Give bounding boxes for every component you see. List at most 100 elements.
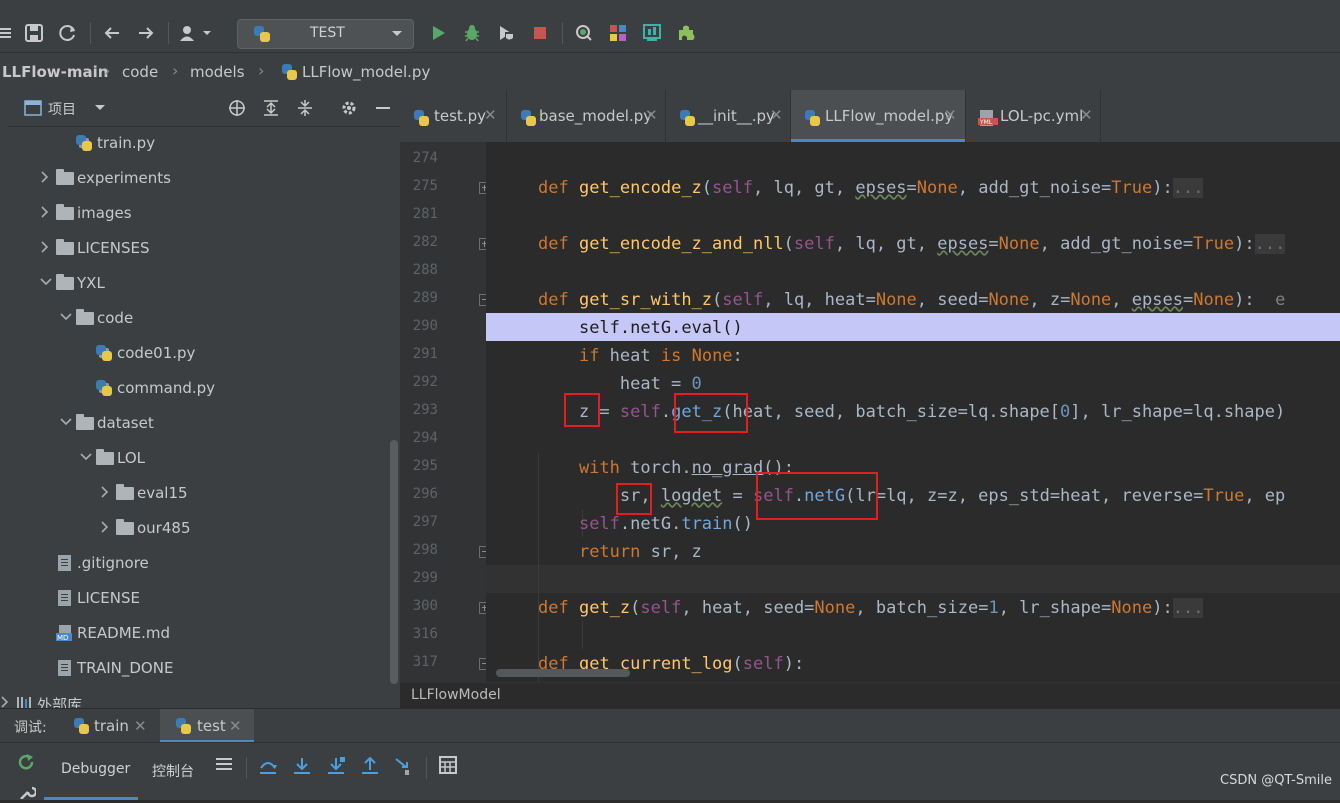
- save-icon[interactable]: [24, 23, 44, 43]
- tab-test-py[interactable]: test.py ✕: [400, 90, 506, 142]
- tree-item[interactable]: code: [8, 301, 388, 336]
- tab-init-py[interactable]: __init__.py ✕: [666, 90, 790, 142]
- tab-lol-pc-yml[interactable]: YML LOL-pc.yml ✕: [966, 90, 1100, 142]
- line-number[interactable]: 296: [400, 486, 438, 502]
- chevron-right-icon[interactable]: [100, 520, 112, 538]
- menu-icon[interactable]: [213, 756, 235, 778]
- step-over-icon[interactable]: [257, 756, 279, 778]
- tree-item[interactable]: LOL: [8, 441, 388, 476]
- tree-item[interactable]: .gitignore: [8, 546, 388, 581]
- line-number[interactable]: 291: [400, 346, 438, 362]
- line-number[interactable]: 295: [400, 458, 438, 474]
- evaluate-expression-icon[interactable]: [437, 756, 459, 778]
- tree-item[interactable]: command.py: [8, 371, 388, 406]
- line-number[interactable]: 282: [400, 234, 438, 250]
- search-icon[interactable]: [574, 23, 594, 43]
- project-scrollbar[interactable]: [390, 440, 398, 684]
- rerun-icon[interactable]: [16, 753, 36, 777]
- close-icon[interactable]: ✕: [645, 106, 658, 124]
- line-number[interactable]: 298: [400, 542, 438, 558]
- debug-tab-train[interactable]: train ✕: [62, 709, 156, 743]
- line-number[interactable]: 275: [400, 178, 438, 194]
- minimize-icon[interactable]: [374, 99, 392, 121]
- tab-base-model-py[interactable]: base_model.py ✕: [507, 90, 665, 142]
- tree-item[interactable]: LICENSES: [8, 231, 388, 266]
- close-icon[interactable]: ✕: [134, 717, 147, 735]
- analysis-icon[interactable]: [642, 23, 662, 43]
- tree-item[interactable]: images: [8, 196, 388, 231]
- debug-icon[interactable]: [462, 23, 482, 43]
- tab-debugger[interactable]: Debugger: [44, 743, 138, 800]
- run-icon[interactable]: [428, 23, 448, 43]
- breadcrumb-code[interactable]: code: [122, 63, 158, 81]
- tree-item[interactable]: MD README.md: [8, 616, 388, 651]
- back-icon[interactable]: [102, 23, 122, 43]
- sync-icon[interactable]: [58, 23, 78, 43]
- run-configuration-select[interactable]: TEST: [237, 19, 414, 49]
- line-number[interactable]: 290: [400, 318, 438, 334]
- close-icon[interactable]: ✕: [944, 106, 957, 124]
- tree-item[interactable]: TRAIN_DONE: [8, 651, 388, 686]
- chevron-down-icon[interactable]: [80, 450, 92, 468]
- tree-item[interactable]: our485: [8, 511, 388, 546]
- tree-item[interactable]: LICENSE: [8, 581, 388, 616]
- layout-icon[interactable]: [608, 23, 628, 43]
- line-number[interactable]: 317: [400, 654, 438, 670]
- collapse-all-icon[interactable]: [296, 99, 314, 121]
- plugin-icon[interactable]: [676, 23, 696, 43]
- expand-all-icon[interactable]: [262, 99, 280, 121]
- tree-item[interactable]: YXL: [8, 266, 388, 301]
- editor-horizontal-scrollbar[interactable]: [496, 669, 630, 677]
- line-number[interactable]: 299: [400, 570, 438, 586]
- tree-item[interactable]: code01.py: [8, 336, 388, 371]
- breadcrumb-project[interactable]: LLFlow-main: [2, 63, 108, 81]
- line-number[interactable]: 288: [400, 262, 438, 278]
- line-number[interactable]: 300: [400, 598, 438, 614]
- menu-icon[interactable]: [0, 23, 16, 43]
- tree-item[interactable]: experiments: [8, 161, 388, 196]
- close-icon[interactable]: ✕: [770, 106, 783, 124]
- line-number[interactable]: 292: [400, 374, 438, 390]
- chevron-down-icon[interactable]: [60, 415, 72, 433]
- tab-llflow-model-py[interactable]: LLFlow_model.py ✕: [791, 90, 965, 142]
- line-number[interactable]: 293: [400, 402, 438, 418]
- project-panel-title[interactable]: 项目: [48, 99, 76, 119]
- step-into-icon[interactable]: [291, 756, 313, 778]
- chevron-right-icon[interactable]: [40, 205, 52, 223]
- close-icon[interactable]: ✕: [229, 717, 242, 735]
- code-editor[interactable]: def get_encode_z(self, lq, gt, epses=Non…: [486, 142, 1340, 703]
- chevron-right-icon[interactable]: [40, 170, 52, 188]
- user-icon[interactable]: [178, 23, 214, 43]
- forward-icon[interactable]: [136, 23, 156, 43]
- stop-icon[interactable]: [530, 23, 550, 43]
- coverage-icon[interactable]: [496, 23, 516, 43]
- tree-item[interactable]: dataset: [8, 406, 388, 441]
- breadcrumb-file[interactable]: LLFlow_model.py: [302, 63, 430, 81]
- debug-toolbar: Debugger 控制台 CSDN @QT-Smile: [0, 742, 1340, 800]
- line-number[interactable]: 281: [400, 206, 438, 222]
- line-number[interactable]: 294: [400, 430, 438, 446]
- locate-icon[interactable]: [228, 99, 246, 121]
- step-into-my-code-icon[interactable]: [325, 756, 347, 778]
- tree-item[interactable]: train.py: [8, 126, 388, 161]
- chevron-down-icon[interactable]: [60, 310, 72, 328]
- tree-item[interactable]: eval15: [8, 476, 388, 511]
- debug-tab-test[interactable]: test ✕: [160, 709, 254, 743]
- current-class-label[interactable]: LLFlowModel: [411, 687, 501, 703]
- line-number[interactable]: 316: [400, 626, 438, 642]
- step-out-icon[interactable]: [359, 756, 381, 778]
- line-number[interactable]: 289: [400, 290, 438, 306]
- tab-console[interactable]: 控制台: [152, 761, 194, 781]
- run-to-cursor-icon[interactable]: [393, 756, 415, 778]
- chevron-down-icon[interactable]: [94, 99, 106, 119]
- close-icon[interactable]: ✕: [484, 106, 497, 124]
- line-number[interactable]: 297: [400, 514, 438, 530]
- chevron-right-icon[interactable]: [40, 240, 52, 258]
- breadcrumb-models[interactable]: models: [190, 63, 245, 81]
- line-number[interactable]: 274: [400, 150, 438, 166]
- chevron-right-icon[interactable]: [100, 485, 112, 503]
- chevron-down-icon[interactable]: [40, 275, 52, 293]
- gear-icon[interactable]: [340, 99, 358, 121]
- wrench-icon[interactable]: [18, 785, 38, 803]
- close-icon[interactable]: ✕: [1080, 106, 1093, 124]
